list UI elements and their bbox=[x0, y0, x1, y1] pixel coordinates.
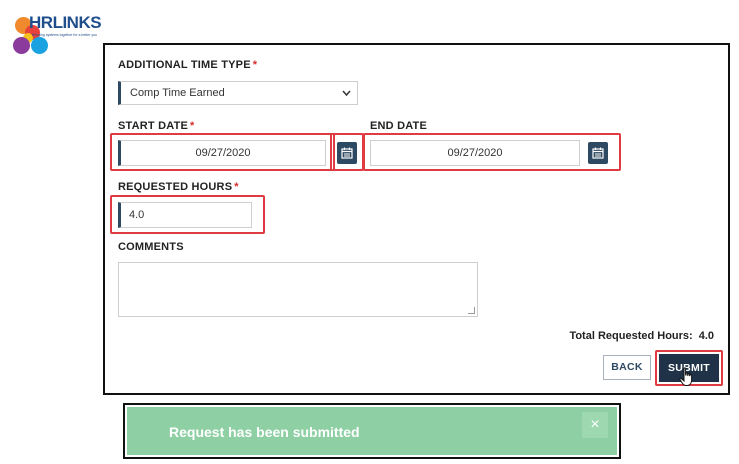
toast-container: Request has been submitted × bbox=[123, 403, 621, 459]
time-type-selected-value: Comp Time Earned bbox=[130, 87, 225, 99]
back-button[interactable]: BACK bbox=[603, 355, 651, 380]
required-marker: * bbox=[190, 120, 195, 132]
logo-shape-blue bbox=[31, 37, 48, 54]
requested-hours-input[interactable]: 4.0 bbox=[118, 202, 252, 228]
comments-textarea[interactable] bbox=[118, 262, 478, 317]
hand-pointer-icon bbox=[679, 367, 695, 387]
end-date-input[interactable]: 09/27/2020 bbox=[370, 140, 580, 166]
start-date-input[interactable]: 09/27/2020 bbox=[118, 140, 326, 166]
end-date-calendar-button[interactable] bbox=[588, 142, 608, 164]
logo-wordmark: HRLINKS bbox=[29, 13, 102, 32]
hrlinks-logo: HRLINKS Bringing systems together for a … bbox=[11, 13, 102, 59]
resize-grip-icon[interactable] bbox=[468, 307, 475, 314]
logo-tagline: Bringing systems together for a better y… bbox=[32, 33, 97, 37]
calendar-icon bbox=[341, 147, 353, 159]
toast-message: Request has been submitted bbox=[169, 424, 360, 440]
additional-time-form: ADDITIONAL TIME TYPE * Comp Time Earned S… bbox=[103, 43, 730, 395]
calendar-icon bbox=[592, 147, 604, 159]
close-icon[interactable]: × bbox=[582, 412, 608, 438]
total-label: Total Requested Hours: bbox=[569, 330, 693, 342]
required-marker: * bbox=[252, 59, 258, 71]
start-date-label: START DATE * bbox=[118, 120, 195, 132]
start-date-calendar-button[interactable] bbox=[337, 142, 357, 164]
chevron-down-icon bbox=[342, 82, 351, 112]
end-date-label: END DATE bbox=[370, 120, 428, 132]
required-marker: * bbox=[234, 181, 239, 193]
requested-hours-label: REQUESTED HOURS * bbox=[118, 181, 239, 193]
time-type-label: ADDITIONAL TIME TYPE * bbox=[118, 59, 258, 71]
total-value: 4.0 bbox=[698, 330, 714, 342]
comments-label: COMMENTS bbox=[118, 241, 184, 253]
success-toast: Request has been submitted × bbox=[127, 407, 617, 455]
time-type-select[interactable]: Comp Time Earned bbox=[118, 81, 358, 105]
logo-shape-purple bbox=[13, 37, 30, 54]
total-requested-hours: Total Requested Hours: 4.0 bbox=[569, 330, 714, 342]
